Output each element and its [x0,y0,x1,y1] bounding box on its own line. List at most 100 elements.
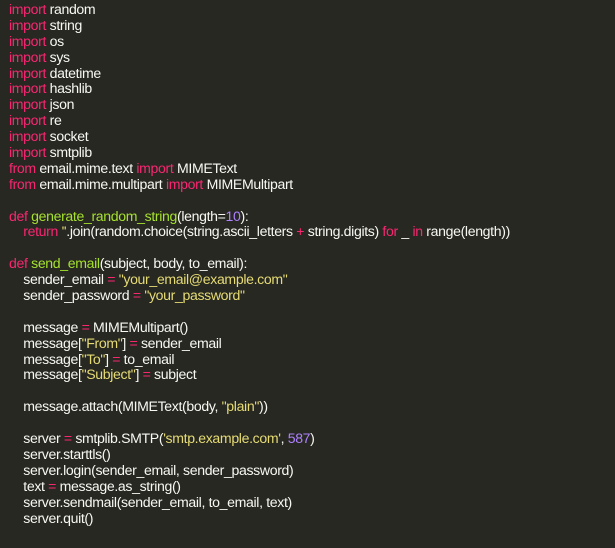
code-token: import [165,175,203,192]
code-token: server.login(sender_email, sender_passwo… [9,461,294,478]
code-token: import [9,16,47,33]
code-token: (subject, body, to_email): [99,255,248,272]
code-token: return [23,223,58,240]
code-token: import [9,80,47,97]
code-token: import [9,96,47,113]
code-token: = [112,350,121,367]
code-token: message[ [9,350,82,367]
code-line: import smtplib [9,144,615,161]
code-token: sys [46,48,70,65]
code-token: ): [240,207,249,224]
code-token: message[ [9,366,82,383]
code-line: from email.mime.multipart import MIMEMul… [9,175,615,193]
code-line: sender_email = "your_email@example.com" [9,271,615,288]
code-token: sender_password [9,287,133,304]
code-token: _ [397,223,413,240]
code-line: import json [9,96,615,113]
code-token: re [46,112,62,129]
code-line: text = message.as_string() [9,477,615,495]
code-token: generate_random_string [31,207,177,224]
code-token: datetime [46,64,102,81]
code-token: for [382,223,398,240]
code-token: ] [122,334,130,351]
code-line: server.sendmail(sender_email, to_email, … [9,494,615,511]
code-token: import [9,1,47,17]
code-line: server.quit() [9,509,615,527]
code-line: message = MIMEMultipart() [9,318,615,336]
code-line: server.login(sender_email, sender_passwo… [9,461,615,479]
code-token: "your_password" [144,287,245,304]
code-token: = [107,271,116,288]
code-token: import [9,144,47,161]
code-token: 'smtp.example.com' [163,430,281,447]
code-token: message.attach(MIMEText(body, [9,398,222,415]
code-token: = [48,477,57,494]
code-token: "To" [81,350,106,367]
code-token: , [280,430,288,447]
code-token: .join(random.choice(string.ascii_letters [66,223,297,240]
code-token: hashlib [46,80,93,97]
code-line: from email.mime.text import MIMEText [9,159,615,177]
code-token: MIMEMultipart() [89,318,189,335]
code-token: 10 [225,207,241,224]
code-token: send_email [31,255,100,272]
code-token: message[ [9,334,82,351]
code-token: server [9,430,64,447]
code-line: import re [9,112,615,129]
code-token: import [9,32,47,49]
code-token: import [9,112,47,129]
code-token: (length= [177,207,226,224]
code-line: import sys [9,48,615,66]
code-line: message["From"] = sender_email [9,334,615,352]
code-line: import hashlib [9,81,615,97]
code-token: "From" [81,334,123,351]
code-editor[interactable]: import random import string import os impor… [0,0,615,548]
code-token: def [9,255,28,272]
code-token: def [9,207,28,224]
code-token: socket [46,128,89,145]
code-token: smtplib.SMTP( [71,430,164,447]
code-token: json [46,96,75,113]
code-line: server = smtplib.SMTP('smtp.example.com'… [9,430,615,447]
code-token: subject [150,366,197,383]
code-token: server.quit() [9,509,94,526]
code-token: = [132,287,141,304]
code-token: MIMEText [173,159,237,176]
code-token: string [46,16,83,33]
code-line: sender_password = "your_password" [9,287,615,304]
code-token: MIMEMultipart [203,175,294,192]
code-token: + [296,223,305,240]
code-token: in [412,223,423,240]
code-token: sender_email [137,334,222,351]
code-token: "your_email@example.com" [118,271,288,288]
code-token: range(length)) [422,223,510,240]
code-token: import [9,64,47,81]
code-line: import socket [9,128,615,145]
code-token: ] [135,366,143,383]
code-line: def send_email(subject, body, to_email): [9,255,615,272]
code-token: to_email [120,350,175,367]
code-token: string.digits) [304,223,383,240]
code-token: email.mime.text [35,159,137,176]
code-token: 587 [287,430,311,447]
code-token: message [9,318,82,335]
code-token: text [9,477,49,494]
code-token: message.as_string() [56,477,181,494]
code-line: import random [9,1,615,18]
code-token: os [46,32,65,49]
code-line: import os [9,32,615,50]
code-token: import [136,159,174,176]
code-token: server.starttls() [9,445,111,462]
code-token: ) [310,430,315,447]
code-line: message["Subject"] = subject [9,367,615,383]
code-line: def generate_random_string(length=10): [9,207,615,225]
code-token: "Subject" [81,366,136,383]
code-token: "plain" [221,398,260,415]
code-token: from [9,175,36,192]
code-token: import [9,128,47,145]
